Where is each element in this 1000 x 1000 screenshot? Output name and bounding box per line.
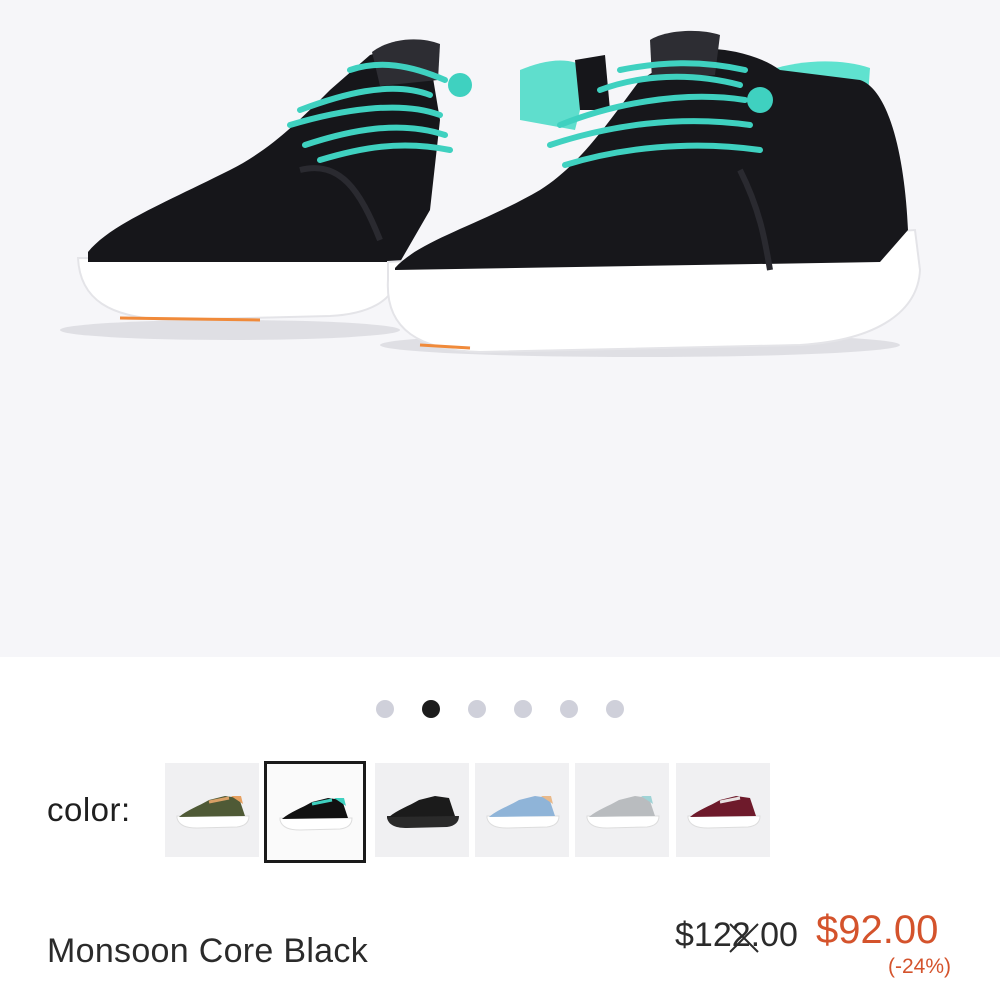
- color-swatch-light-blue[interactable]: [475, 763, 569, 857]
- color-swatch-core-black[interactable]: [264, 761, 366, 863]
- color-label: color:: [47, 791, 131, 828]
- shoe-thumbnail-icon: [486, 796, 560, 829]
- product-image[interactable]: [0, 0, 1000, 657]
- original-price-main: $12: [675, 916, 732, 954]
- carousel-dot-6[interactable]: [606, 700, 624, 718]
- original-price-struck: 2.: [729, 916, 760, 955]
- carousel-pagination: [0, 700, 1000, 718]
- strikethrough-x-icon: [729, 923, 759, 953]
- carousel-dot-2[interactable]: [422, 700, 440, 718]
- shoe-thumbnail-icon: [687, 796, 761, 829]
- shoe-thumbnail-icon: [176, 796, 250, 829]
- carousel-dot-5[interactable]: [560, 700, 578, 718]
- color-swatch-burgundy[interactable]: [676, 763, 770, 857]
- product-name: Monsoon Core Black: [47, 932, 368, 970]
- carousel-dot-3[interactable]: [468, 700, 486, 718]
- original-price: $122.00: [675, 916, 798, 955]
- carousel-dot-1[interactable]: [376, 700, 394, 718]
- carousel-dot-4[interactable]: [514, 700, 532, 718]
- color-swatch-grey[interactable]: [575, 763, 669, 857]
- color-swatch-all-black[interactable]: [375, 763, 469, 857]
- shoe-pair-image: [60, 30, 922, 357]
- shoe-thumbnail-icon: [279, 798, 353, 831]
- shoe-thumbnail-icon: [387, 796, 459, 828]
- color-picker: color:: [0, 761, 1000, 865]
- sale-price: $92.00: [816, 908, 939, 952]
- color-swatch-olive[interactable]: [165, 763, 259, 857]
- discount-badge: (-24%): [888, 955, 952, 978]
- shoe-thumbnail-icon: [586, 796, 660, 829]
- original-price-tail: 00: [760, 916, 798, 954]
